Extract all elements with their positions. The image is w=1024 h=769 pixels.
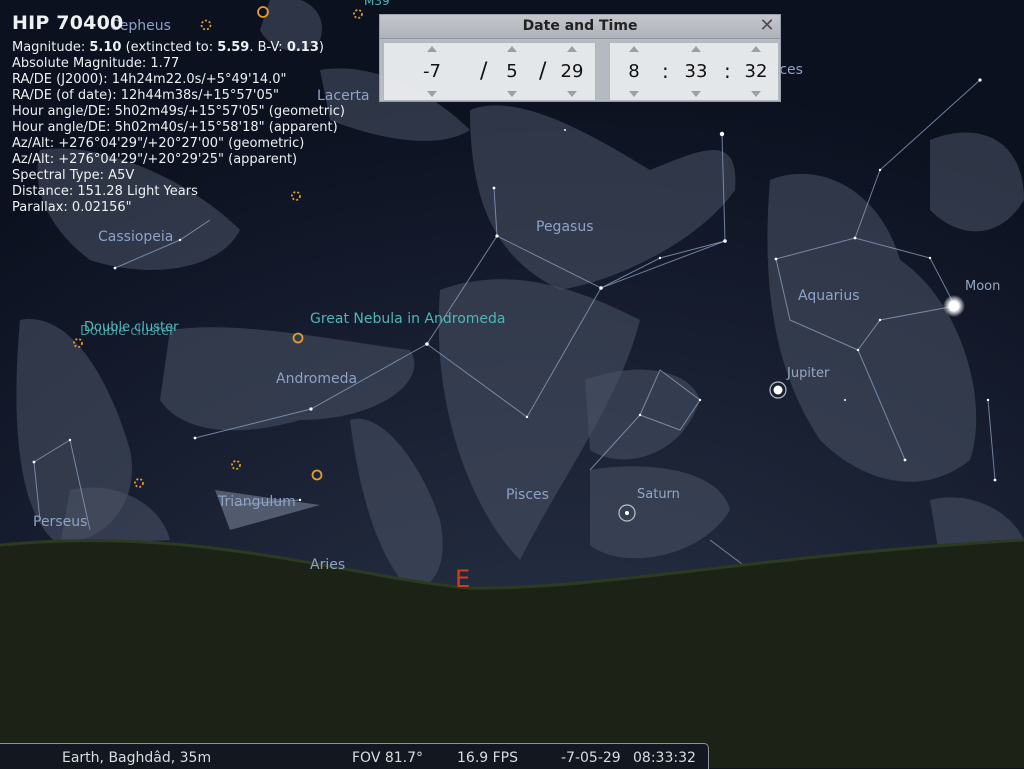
day-value[interactable]: 29 xyxy=(554,61,590,82)
status-bar: Earth, Baghdâd, 35m FOV 81.7° 16.9 FPS -… xyxy=(0,743,709,769)
second-up-arrow-icon[interactable] xyxy=(751,46,761,52)
date-spinbox-group: -7 / 5 / 29 xyxy=(383,42,596,101)
info-absolute-magnitude: Absolute Magnitude: 1.77 xyxy=(12,56,180,71)
label-cassiopeia[interactable]: Cassiopeia xyxy=(98,229,173,245)
label-jupiter[interactable]: Jupiter xyxy=(787,366,829,381)
time-spinbox-group: 8 : 33 : 32 xyxy=(609,42,779,101)
minute-up-arrow-icon[interactable] xyxy=(691,46,701,52)
year-up-arrow-icon[interactable] xyxy=(427,46,437,52)
info-hour-angle-apparent: Hour angle/DE: 5h02m40s/+15°58'18" (appa… xyxy=(12,120,338,135)
status-date[interactable]: -7-05-29 xyxy=(561,750,621,766)
dialog-title: Date and Time xyxy=(522,18,638,34)
dialog-titlebar[interactable]: Date and Time ✕ xyxy=(380,15,780,39)
month-down-arrow-icon[interactable] xyxy=(507,91,517,97)
object-name: HIP 70400 xyxy=(12,12,124,34)
label-moon[interactable]: Moon xyxy=(965,279,1000,294)
year-down-arrow-icon[interactable] xyxy=(427,91,437,97)
status-fov: FOV 81.7° xyxy=(352,750,424,766)
second-value[interactable]: 32 xyxy=(738,61,774,82)
label-aries[interactable]: Aries xyxy=(310,557,345,573)
second-down-arrow-icon[interactable] xyxy=(751,91,761,97)
info-hour-angle-geometric: Hour angle/DE: 5h02m49s/+15°57'05" (geom… xyxy=(12,104,345,119)
year-value[interactable]: -7 xyxy=(402,61,462,82)
day-down-arrow-icon[interactable] xyxy=(567,91,577,97)
second-spinner[interactable]: 32 xyxy=(738,43,774,100)
info-azalt-geometric: Az/Alt: +276°04'29"/+20°27'00" (geometri… xyxy=(12,136,305,151)
minute-down-arrow-icon[interactable] xyxy=(691,91,701,97)
label-saturn[interactable]: Saturn xyxy=(637,487,680,502)
hour-value[interactable]: 8 xyxy=(618,61,650,82)
month-value[interactable]: 5 xyxy=(494,61,530,82)
time-separator: : xyxy=(724,59,731,83)
label-aquarius[interactable]: Aquarius xyxy=(798,288,859,304)
day-up-arrow-icon[interactable] xyxy=(567,46,577,52)
date-separator: / xyxy=(539,59,547,84)
label-triangulum[interactable]: Triangulum xyxy=(218,494,296,510)
info-distance: Distance: 151.28 Light Years xyxy=(12,184,198,199)
label-double-cluster-2[interactable]: Double cluster xyxy=(80,324,174,339)
label-andromeda[interactable]: Andromeda xyxy=(276,371,357,387)
month-up-arrow-icon[interactable] xyxy=(507,46,517,52)
hour-down-arrow-icon[interactable] xyxy=(629,91,639,97)
status-time[interactable]: 08:33:32 xyxy=(633,750,696,766)
label-great-nebula-andromeda[interactable]: Great Nebula in Andromeda xyxy=(310,311,505,327)
minute-value[interactable]: 33 xyxy=(678,61,714,82)
label-m39[interactable]: M39 xyxy=(364,0,390,8)
info-azalt-apparent: Az/Alt: +276°04'29"/+20°29'25" (apparent… xyxy=(12,152,298,167)
year-spinner[interactable]: -7 xyxy=(402,43,462,100)
cardinal-east: E xyxy=(455,565,471,593)
month-spinner[interactable]: 5 xyxy=(494,43,530,100)
info-radec-j2000: RA/DE (J2000): 14h24m22.0s/+5°49'14.0" xyxy=(12,72,287,87)
info-radec-of-date: RA/DE (of date): 12h44m38s/+15°57'05" xyxy=(12,88,280,103)
label-pegasus[interactable]: Pegasus xyxy=(536,219,593,235)
date-separator: / xyxy=(480,59,488,84)
day-spinner[interactable]: 29 xyxy=(554,43,590,100)
info-spectral-type: Spectral Type: A5V xyxy=(12,168,135,183)
status-fps: 16.9 FPS xyxy=(457,750,519,766)
close-icon[interactable]: ✕ xyxy=(758,16,776,36)
object-info-panel: HIP 70400 Magnitude: 5.10 (extincted to:… xyxy=(12,12,345,216)
info-magnitude: Magnitude: 5.10 (extincted to: 5.59. B-V… xyxy=(12,40,324,55)
hour-spinner[interactable]: 8 xyxy=(618,43,650,100)
time-separator: : xyxy=(662,59,669,83)
label-perseus[interactable]: Perseus xyxy=(33,514,87,530)
date-time-dialog[interactable]: Date and Time ✕ -7 / 5 / 29 8 : 33: 32 xyxy=(379,14,781,102)
hour-up-arrow-icon[interactable] xyxy=(629,46,639,52)
minute-spinner[interactable]: 33 xyxy=(678,43,714,100)
label-pisces[interactable]: Pisces xyxy=(506,487,549,503)
status-location[interactable]: Earth, Baghdâd, 35m xyxy=(62,750,211,766)
info-parallax: Parallax: 0.02156" xyxy=(12,200,132,215)
